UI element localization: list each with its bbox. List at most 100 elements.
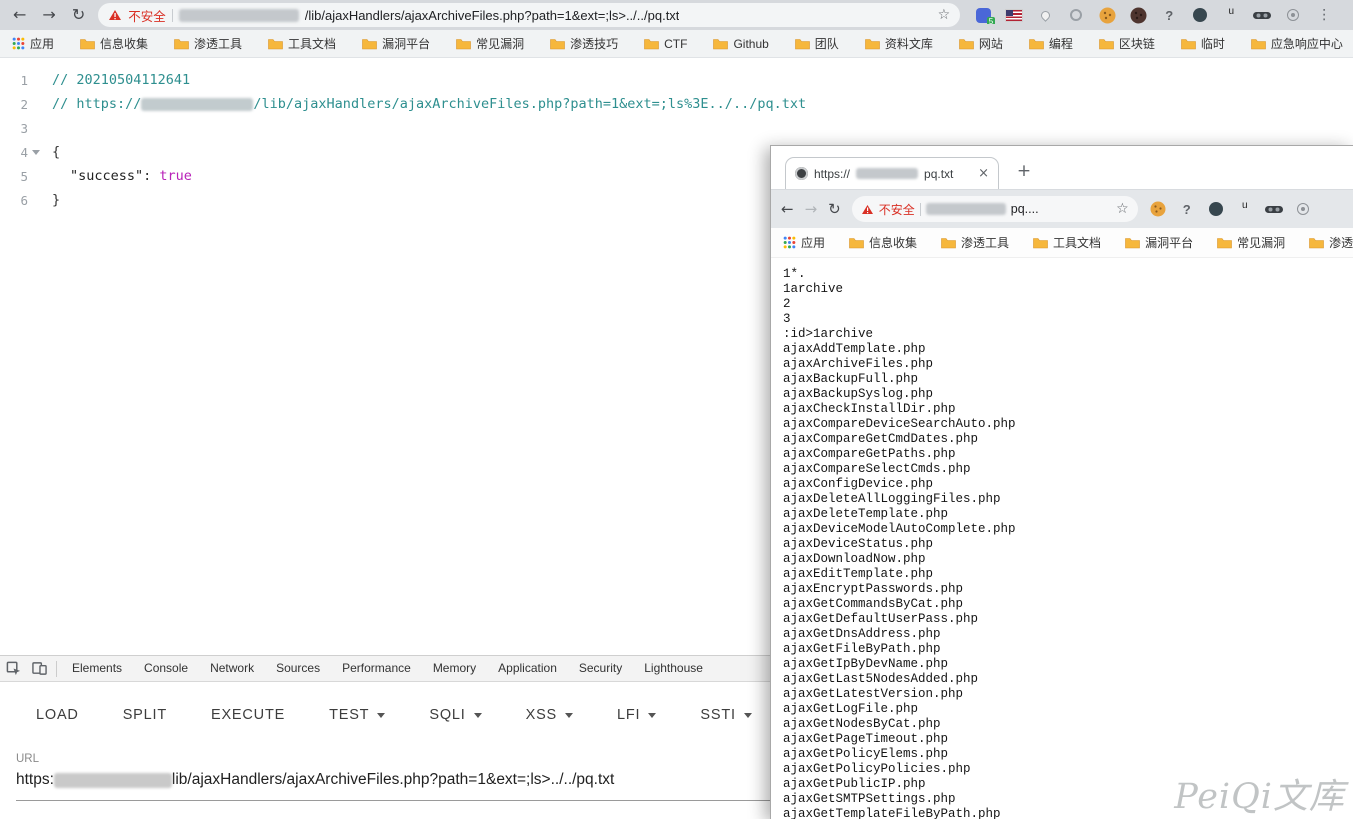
bookmark-folder[interactable]: 工具文档 bbox=[268, 35, 336, 52]
forward-icon[interactable]: → bbox=[805, 200, 818, 218]
bookmark-star-icon[interactable]: ☆ bbox=[1116, 201, 1129, 217]
bookmark-folder[interactable]: 工具文档 bbox=[1033, 234, 1101, 251]
url-input[interactable]: https: lib/ajaxHandlers/ajaxArchiveFiles… bbox=[16, 771, 614, 789]
pin-extension-icon[interactable] bbox=[1036, 6, 1054, 24]
bookmark-folder[interactable]: 信息收集 bbox=[849, 234, 917, 251]
hackbar-dropdown-button[interactable]: SSTI bbox=[700, 707, 751, 723]
cookie-extension-icon[interactable] bbox=[1098, 6, 1116, 24]
hackbar-dropdown-button[interactable]: TEST bbox=[329, 707, 385, 723]
dark-cookie-extension-icon[interactable] bbox=[1129, 6, 1147, 24]
bookmark-folder[interactable]: 临时 bbox=[1181, 35, 1225, 52]
bookmark-folder[interactable]: 渗透工具 bbox=[174, 35, 242, 52]
overlay-tab[interactable]: https:// pq.txt × bbox=[785, 157, 999, 189]
cookie-extension-icon[interactable] bbox=[1149, 200, 1167, 218]
dark-cookie-icon bbox=[1130, 7, 1147, 24]
bookmark-folder[interactable]: 资料文库 bbox=[865, 35, 933, 52]
inspect-element-icon[interactable] bbox=[0, 661, 26, 676]
globe-extension-icon[interactable] bbox=[1191, 6, 1209, 24]
bookmark-label: 常见漏洞 bbox=[476, 35, 524, 52]
bookmark-folder[interactable]: 编程 bbox=[1029, 35, 1073, 52]
globe-extension-icon[interactable] bbox=[1207, 200, 1225, 218]
hackbar-button[interactable]: SPLIT bbox=[123, 707, 167, 723]
warning-triangle-icon bbox=[108, 9, 122, 21]
devtools-tab[interactable]: Performance bbox=[331, 656, 422, 681]
help-extension-icon[interactable]: ? bbox=[1160, 6, 1178, 24]
u-icon: u bbox=[1242, 200, 1248, 211]
file-list-line: ajaxGetDnsAddress.php bbox=[783, 627, 1353, 642]
us-flag-extension-icon[interactable] bbox=[1005, 6, 1023, 24]
bookmark-folder[interactable]: 应急响应中心 bbox=[1251, 35, 1343, 52]
bookmark-folder[interactable]: 常见漏洞 bbox=[1217, 234, 1285, 251]
bookmark-folder[interactable]: 渗透工具 bbox=[941, 234, 1009, 251]
u-extension-icon[interactable]: u bbox=[1236, 200, 1254, 218]
devtools-tab[interactable]: Network bbox=[199, 656, 265, 681]
hackbar-button[interactable]: LOAD bbox=[36, 707, 79, 723]
bookmark-apps[interactable]: 应用 bbox=[783, 234, 825, 251]
target-extension-icon[interactable] bbox=[1294, 200, 1312, 218]
refresh-icon[interactable]: ↻ bbox=[72, 7, 85, 23]
folder-icon bbox=[80, 38, 95, 50]
bookmark-folder[interactable]: 常见漏洞 bbox=[456, 35, 524, 52]
bookmark-folder[interactable]: 漏洞平台 bbox=[1125, 234, 1193, 251]
bookmark-folder[interactable]: CTF bbox=[644, 37, 687, 51]
new-tab-icon[interactable]: + bbox=[1011, 158, 1037, 184]
url-suffix: lib/ajaxHandlers/ajaxArchiveFiles.php?pa… bbox=[172, 771, 614, 789]
file-list-line: ajaxGetPageTimeout.php bbox=[783, 732, 1353, 747]
folder-icon bbox=[1181, 38, 1196, 50]
devtools-tab[interactable]: Sources bbox=[265, 656, 331, 681]
bookmark-folder[interactable]: 渗透技巧 bbox=[1309, 234, 1353, 251]
bookmark-folder[interactable]: Github bbox=[713, 37, 768, 51]
back-icon[interactable]: ← bbox=[781, 200, 794, 218]
forward-icon[interactable]: → bbox=[42, 7, 55, 23]
hackbar-dropdown-button[interactable]: SQLI bbox=[429, 707, 481, 723]
goggles-extension-icon[interactable] bbox=[1265, 200, 1283, 218]
ring-extension-icon[interactable] bbox=[1067, 6, 1085, 24]
refresh-icon[interactable]: ↻ bbox=[828, 200, 841, 218]
devtools-tab[interactable]: Lighthouse bbox=[633, 656, 714, 681]
browser-menu-icon[interactable]: ⋮ bbox=[1315, 6, 1333, 24]
line-number: 5 bbox=[0, 169, 28, 184]
folder-icon bbox=[795, 38, 810, 50]
folder-icon bbox=[456, 38, 471, 50]
address-bar[interactable]: 不安全 pq.... ☆ bbox=[852, 196, 1138, 222]
hackbar-dropdown-button[interactable]: LFI bbox=[617, 707, 656, 723]
bookmark-folder[interactable]: 信息收集 bbox=[80, 35, 148, 52]
bookmark-star-icon[interactable]: ☆ bbox=[938, 7, 951, 23]
file-list-line: ajaxDeviceModelAutoComplete.php bbox=[783, 522, 1353, 537]
bookmark-folder[interactable]: 区块链 bbox=[1099, 35, 1155, 52]
device-toolbar-icon[interactable] bbox=[26, 661, 52, 676]
overlay-tabstrip: https:// pq.txt × + bbox=[771, 146, 1353, 190]
pin-icon bbox=[1039, 9, 1052, 22]
proxy-extension-icon[interactable]: 5 bbox=[974, 6, 992, 24]
target-extension-icon[interactable] bbox=[1284, 6, 1302, 24]
hackbar-dropdown-button[interactable]: XSS bbox=[526, 707, 573, 723]
hackbar-button[interactable]: EXECUTE bbox=[211, 707, 285, 723]
fold-toggle-icon[interactable] bbox=[32, 150, 40, 155]
u-extension-icon[interactable]: u bbox=[1222, 6, 1240, 24]
help-extension-icon[interactable]: ? bbox=[1178, 200, 1196, 218]
bookmark-folder[interactable]: 团队 bbox=[795, 35, 839, 52]
folder-icon bbox=[849, 237, 864, 249]
file-list-line: ajaxDownloadNow.php bbox=[783, 552, 1353, 567]
devtools-tab[interactable]: Memory bbox=[422, 656, 487, 681]
button-label: SQLI bbox=[429, 707, 465, 723]
back-icon[interactable]: ← bbox=[13, 7, 26, 23]
extensions-area: 5 ? u ⋮ bbox=[974, 6, 1353, 24]
redacted-host bbox=[54, 773, 172, 788]
bookmark-label: 临时 bbox=[1201, 35, 1225, 52]
overlay-browser-window: https:// pq.txt × + ← → ↻ 不安全 pq.... ☆ ?… bbox=[770, 145, 1353, 819]
tab-close-icon[interactable]: × bbox=[978, 166, 989, 181]
devtools-tab[interactable]: Elements bbox=[61, 656, 133, 681]
bookmark-folder[interactable]: 网站 bbox=[959, 35, 1003, 52]
address-url-path: /lib/ajaxHandlers/ajaxArchiveFiles.php?p… bbox=[305, 8, 680, 23]
file-list-line: ajaxBackupFull.php bbox=[783, 372, 1353, 387]
bookmark-folder[interactable]: 渗透技巧 bbox=[550, 35, 618, 52]
devtools-tab[interactable]: Console bbox=[133, 656, 199, 681]
bookmark-folder[interactable]: 漏洞平台 bbox=[362, 35, 430, 52]
bookmark-apps[interactable]: 应用 bbox=[12, 35, 54, 52]
apps-grid-icon bbox=[783, 236, 796, 249]
goggles-extension-icon[interactable] bbox=[1253, 6, 1271, 24]
devtools-tab[interactable]: Application bbox=[487, 656, 568, 681]
address-bar[interactable]: 不安全 /lib/ajaxHandlers/ajaxArchiveFiles.p… bbox=[98, 3, 960, 27]
devtools-tab[interactable]: Security bbox=[568, 656, 633, 681]
